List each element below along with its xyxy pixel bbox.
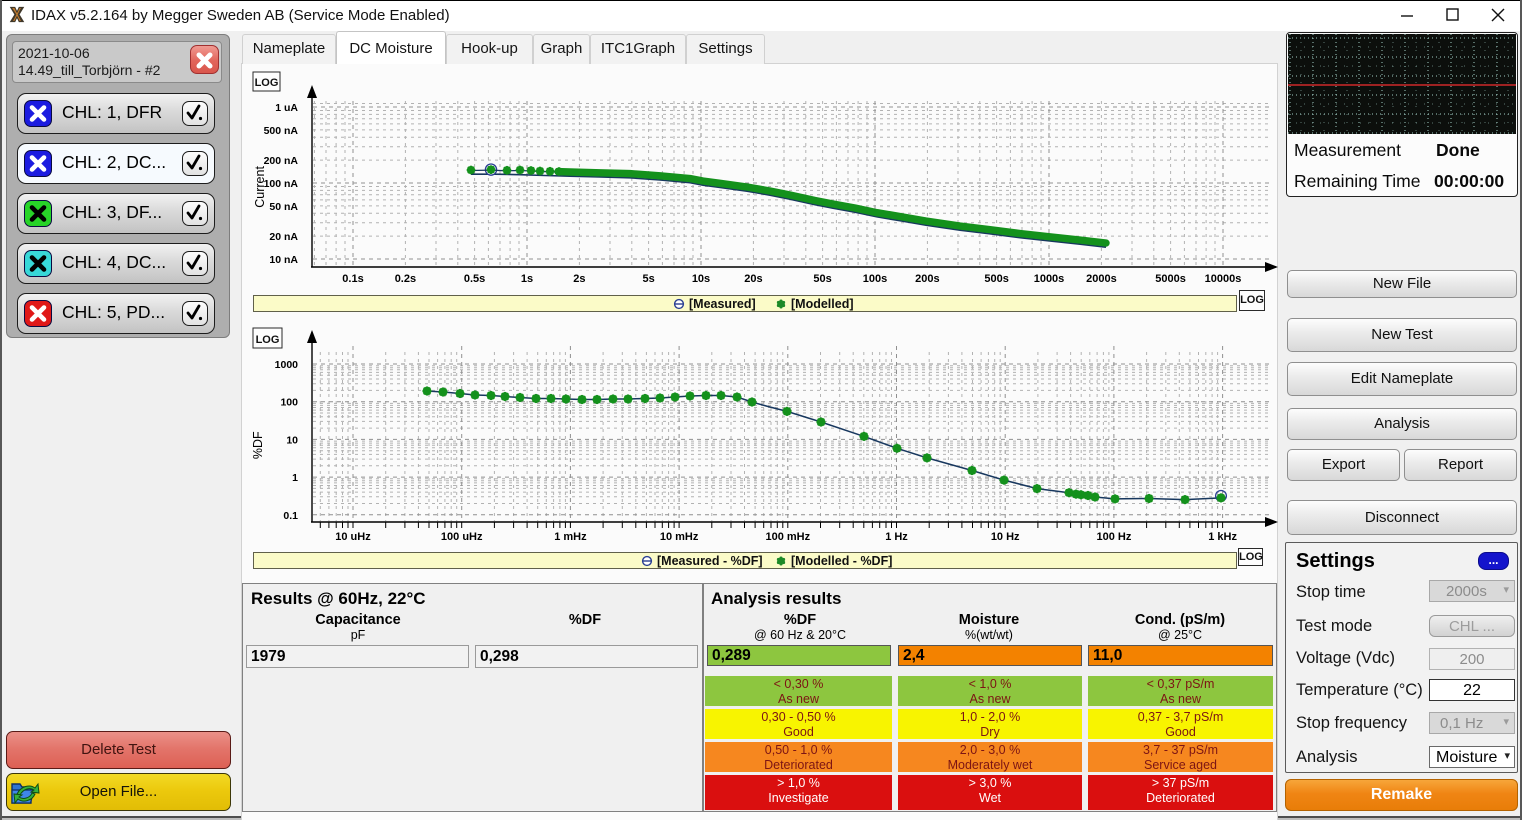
svg-text:5s: 5s bbox=[642, 273, 654, 285]
svg-text:10s: 10s bbox=[692, 273, 710, 285]
svg-text:100 nA: 100 nA bbox=[264, 178, 299, 190]
svg-text:10 Hz: 10 Hz bbox=[991, 531, 1020, 543]
svg-text:20s: 20s bbox=[744, 273, 762, 285]
svg-text:100 uHz: 100 uHz bbox=[441, 531, 483, 543]
svg-text:1 mHz: 1 mHz bbox=[554, 531, 587, 543]
svg-text:100 Hz: 100 Hz bbox=[1096, 531, 1131, 543]
svg-text:1 kHz: 1 kHz bbox=[1208, 531, 1237, 543]
svg-text:10: 10 bbox=[286, 434, 298, 446]
svg-text:50 nA: 50 nA bbox=[269, 201, 298, 213]
svg-text:10 nA: 10 nA bbox=[269, 254, 298, 266]
svg-text:500s: 500s bbox=[984, 273, 1008, 285]
svg-text:0.5s: 0.5s bbox=[464, 273, 485, 285]
svg-text:LOG: LOG bbox=[255, 77, 279, 89]
svg-text:%DF: %DF bbox=[251, 431, 265, 459]
svg-text:2000s: 2000s bbox=[1086, 273, 1117, 285]
svg-text:200s: 200s bbox=[915, 273, 939, 285]
svg-text:1: 1 bbox=[292, 472, 298, 484]
svg-text:0.2s: 0.2s bbox=[395, 273, 416, 285]
svg-text:200 nA: 200 nA bbox=[264, 155, 299, 167]
svg-text:5000s: 5000s bbox=[1155, 273, 1186, 285]
svg-text:100: 100 bbox=[280, 397, 298, 409]
svg-text:100s: 100s bbox=[863, 273, 887, 285]
svg-text:1s: 1s bbox=[521, 273, 533, 285]
svg-text:10000s: 10000s bbox=[1205, 273, 1242, 285]
svg-text:50s: 50s bbox=[813, 273, 831, 285]
svg-text:1000s: 1000s bbox=[1034, 273, 1065, 285]
svg-text:20 nA: 20 nA bbox=[269, 231, 298, 243]
svg-text:LOG: LOG bbox=[256, 334, 280, 346]
svg-text:100 mHz: 100 mHz bbox=[765, 531, 810, 543]
svg-text:2s: 2s bbox=[573, 273, 585, 285]
svg-text:1000: 1000 bbox=[275, 359, 299, 371]
svg-text:500 nA: 500 nA bbox=[264, 125, 299, 137]
svg-text:10 mHz: 10 mHz bbox=[660, 531, 699, 543]
svg-text:Current: Current bbox=[253, 166, 267, 208]
svg-text:1 Hz: 1 Hz bbox=[885, 531, 908, 543]
svg-text:0.1s: 0.1s bbox=[342, 273, 363, 285]
svg-text:0.1: 0.1 bbox=[283, 510, 298, 522]
svg-text:10 uHz: 10 uHz bbox=[335, 531, 371, 543]
svg-text:1 uA: 1 uA bbox=[275, 102, 298, 114]
